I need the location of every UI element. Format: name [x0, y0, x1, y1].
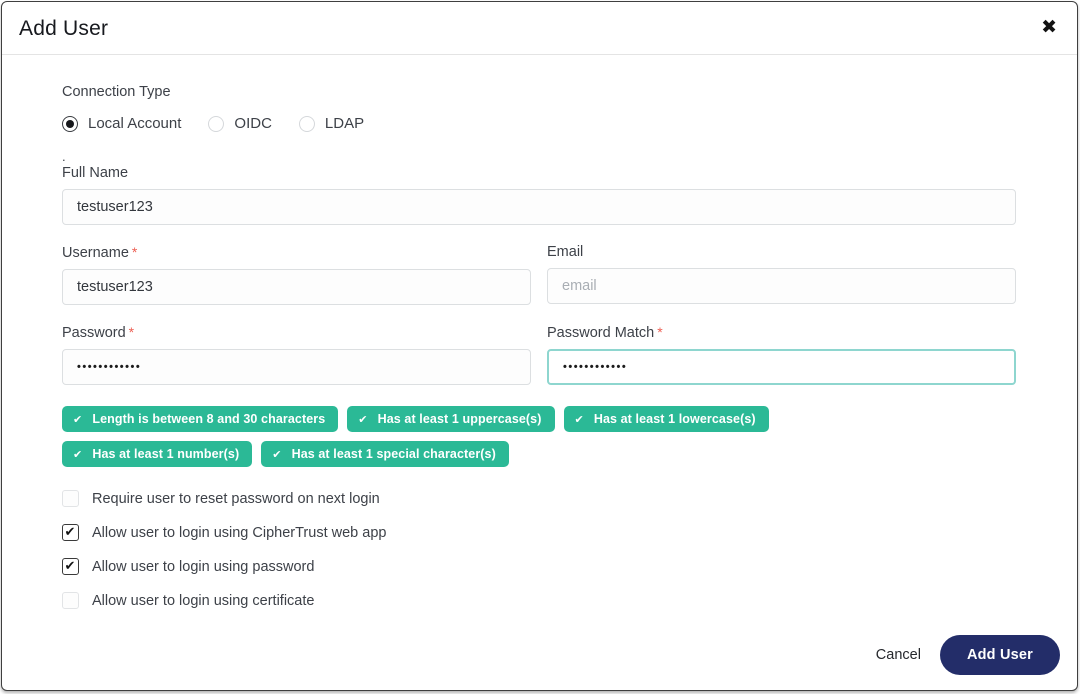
checkbox-icon[interactable] [62, 524, 79, 541]
checkbox-login-web-app[interactable]: Allow user to login using CipherTrust we… [62, 524, 1016, 541]
check-icon: ✔ [272, 448, 281, 461]
full-name-label: Full Name [62, 165, 128, 181]
password-label: Password [62, 325, 126, 341]
checkbox-label: Allow user to login using certificate [92, 593, 314, 609]
check-icon: ✔ [73, 413, 82, 426]
check-icon: ✔ [73, 448, 82, 461]
email-field: Email [547, 244, 1016, 305]
radio-label: LDAP [325, 115, 364, 132]
check-icon: ✔ [358, 413, 367, 426]
full-name-input[interactable] [62, 189, 1016, 225]
email-label: Email [547, 244, 583, 260]
password-match-field: Password Match* [547, 324, 1016, 385]
radio-local-account[interactable]: Local Account [62, 115, 181, 132]
password-match-input[interactable] [547, 349, 1016, 385]
cancel-button[interactable]: Cancel [876, 647, 921, 663]
password-input[interactable] [62, 349, 531, 385]
required-asterisk: * [132, 244, 137, 260]
radio-label: OIDC [234, 115, 272, 132]
close-icon[interactable]: ✖ [1041, 18, 1057, 37]
checkbox-label: Require user to reset password on next l… [92, 491, 380, 507]
checkbox-label: Allow user to login using password [92, 559, 314, 575]
username-label: Username [62, 245, 129, 261]
radio-ldap[interactable]: LDAP [299, 115, 364, 132]
check-icon: ✔ [575, 413, 584, 426]
password-rule-text: Length is between 8 and 30 characters [92, 412, 325, 426]
modal-header: Add User ✖ [2, 2, 1077, 55]
checkbox-icon[interactable] [62, 490, 79, 507]
radio-selected-icon[interactable] [62, 116, 78, 132]
checkbox-login-certificate[interactable]: Allow user to login using certificate [62, 592, 1016, 609]
email-input[interactable] [547, 268, 1016, 304]
username-email-row: Username* Email [62, 244, 1016, 305]
password-rule-badge: ✔ Has at least 1 special character(s) [261, 441, 509, 467]
checkbox-icon[interactable] [62, 558, 79, 575]
add-user-button[interactable]: Add User [940, 635, 1060, 675]
password-rule-text: Has at least 1 lowercase(s) [594, 412, 756, 426]
required-asterisk: * [657, 324, 662, 340]
password-rule-text: Has at least 1 special character(s) [292, 447, 496, 461]
password-rules: ✔ Length is between 8 and 30 characters … [62, 406, 932, 467]
required-asterisk: * [129, 324, 134, 340]
login-options: Require user to reset password on next l… [62, 490, 1016, 609]
checkbox-login-password[interactable]: Allow user to login using password [62, 558, 1016, 575]
password-field: Password* [62, 324, 531, 385]
password-rule-badge: ✔ Length is between 8 and 30 characters [62, 406, 338, 432]
password-rule-badge: ✔ Has at least 1 lowercase(s) [564, 406, 769, 432]
radio-unselected-icon[interactable] [299, 116, 315, 132]
checkbox-icon[interactable] [62, 592, 79, 609]
radio-oidc[interactable]: OIDC [208, 115, 272, 132]
radio-unselected-icon[interactable] [208, 116, 224, 132]
password-rule-badge: ✔ Has at least 1 uppercase(s) [347, 406, 554, 432]
add-user-modal: Add User ✖ Connection Type Local Account… [1, 1, 1078, 691]
modal-footer: Cancel Add User [876, 635, 1060, 675]
username-field: Username* [62, 244, 531, 305]
stray-dot: . [62, 153, 1016, 161]
connection-type-label: Connection Type [62, 84, 1016, 100]
password-rule-badge: ✔ Has at least 1 number(s) [62, 441, 252, 467]
password-match-label: Password Match [547, 325, 654, 341]
radio-label: Local Account [88, 115, 181, 132]
checkbox-reset-password[interactable]: Require user to reset password on next l… [62, 490, 1016, 507]
full-name-field: Full Name [62, 165, 1016, 225]
modal-body: Connection Type Local Account OIDC LDAP … [2, 84, 1077, 609]
username-input[interactable] [62, 269, 531, 305]
checkbox-label: Allow user to login using CipherTrust we… [92, 525, 386, 541]
connection-type-radio-group: Local Account OIDC LDAP [62, 115, 1016, 132]
password-row: Password* Password Match* [62, 324, 1016, 385]
password-rule-text: Has at least 1 number(s) [92, 447, 239, 461]
password-rule-text: Has at least 1 uppercase(s) [378, 412, 542, 426]
page-title: Add User [19, 17, 1059, 41]
